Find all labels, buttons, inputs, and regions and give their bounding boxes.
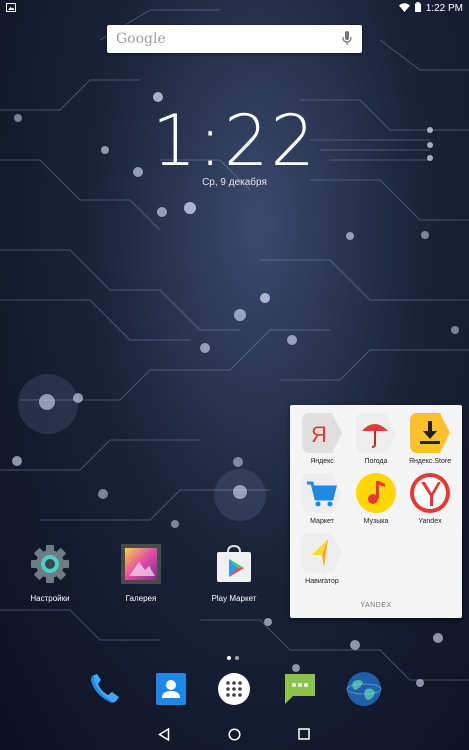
microphone-icon[interactable] <box>342 31 352 51</box>
svg-text:Я: Я <box>311 422 327 447</box>
music-icon <box>356 473 396 513</box>
clock-time[interactable]: 1:22 <box>0 100 469 182</box>
app-label: Настройки <box>30 594 70 603</box>
app-label: Музыка <box>363 518 389 525</box>
google-search-bar[interactable]: Google <box>107 25 362 53</box>
folder-app-weather[interactable]: Погода <box>348 413 404 465</box>
messaging-icon[interactable] <box>281 670 319 708</box>
app-play-store[interactable]: Play Маркет <box>199 544 269 603</box>
navigation-bar <box>0 720 469 750</box>
folder-title[interactable]: YANDEX <box>290 602 462 609</box>
app-label: Галерея <box>125 594 157 603</box>
app-label: Yandex <box>418 518 442 525</box>
app-label: Маркет <box>310 518 334 525</box>
wifi-icon <box>398 2 410 15</box>
home-icon[interactable] <box>228 728 241 741</box>
folder-app-yandex-browser[interactable]: Yandex <box>402 473 458 525</box>
play-store-icon <box>217 544 251 582</box>
weather-icon <box>356 413 396 453</box>
folder-app-navigator[interactable]: Навигатор <box>294 533 350 585</box>
app-label: Погода <box>364 458 388 465</box>
battery-icon <box>414 2 421 15</box>
yandex-icon: Я <box>302 413 342 453</box>
settings-icon <box>31 545 69 583</box>
image-icon <box>6 3 16 15</box>
phone-icon[interactable] <box>86 670 124 708</box>
app-label: Навигатор <box>305 578 339 585</box>
page-indicator <box>227 656 239 660</box>
yandex-folder: Я Яндекс Погода Яндекс.Store Маркет Музы… <box>290 405 462 618</box>
market-cart-icon <box>302 473 342 513</box>
google-logo: Google <box>116 31 166 47</box>
status-time: 1:22 PM <box>425 3 463 14</box>
folder-app-yandex-store[interactable]: Яндекс.Store <box>402 413 458 465</box>
app-drawer-icon[interactable] <box>215 670 253 708</box>
dock <box>0 670 469 708</box>
folder-app-music[interactable]: Музыка <box>348 473 404 525</box>
app-settings[interactable]: Настройки <box>15 544 85 603</box>
navigator-icon <box>302 533 342 573</box>
contacts-icon[interactable] <box>152 670 190 708</box>
yandex-store-icon <box>410 413 450 453</box>
app-label: Play Маркет <box>211 594 257 603</box>
app-label: Яндекс <box>310 458 334 465</box>
app-gallery[interactable]: Галерея <box>106 544 176 603</box>
back-icon[interactable] <box>158 728 170 741</box>
app-label: Яндекс.Store <box>408 458 452 465</box>
status-bar: 1:22 PM <box>0 0 469 16</box>
folder-app-yandex[interactable]: Я Яндекс <box>294 413 350 465</box>
gallery-icon <box>121 544 161 584</box>
page-dot <box>235 656 239 660</box>
folder-app-market[interactable]: Маркет <box>294 473 350 525</box>
browser-icon[interactable] <box>345 670 383 708</box>
recents-icon[interactable] <box>298 728 310 740</box>
yandex-browser-icon <box>410 473 450 513</box>
page-dot <box>227 656 231 660</box>
clock-date: Ср, 9 декабря <box>202 177 267 188</box>
